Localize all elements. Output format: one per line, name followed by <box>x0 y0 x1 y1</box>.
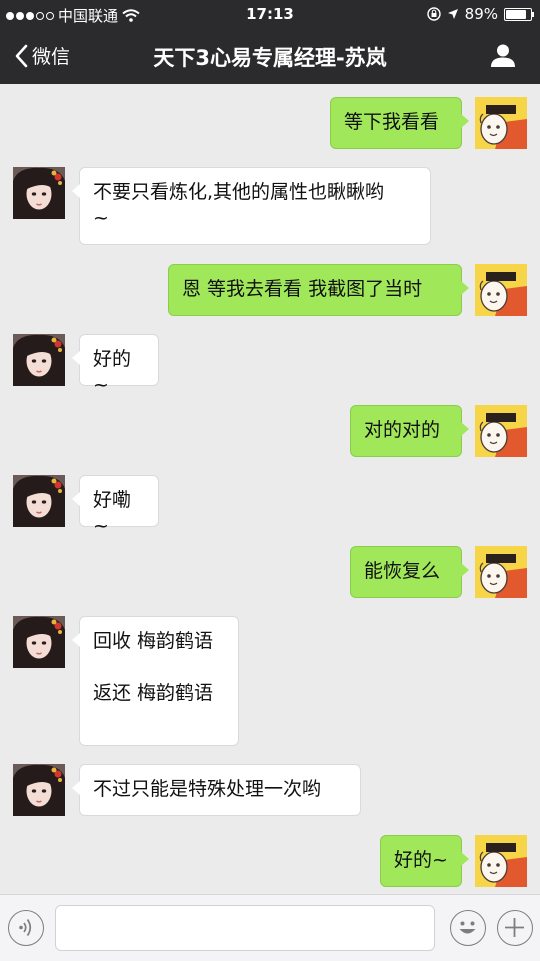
contact-avatar[interactable] <box>13 475 65 527</box>
plus-icon <box>505 918 524 937</box>
contact-avatar-image <box>13 167 65 219</box>
message-text: 回收 梅韵鹤语 <box>93 630 214 652</box>
voice-icon <box>19 919 32 936</box>
message-text: ~ <box>93 207 109 229</box>
contact-avatar[interactable] <box>13 616 65 668</box>
message-text: 恩 等我去看看 我截图了当时 <box>182 278 423 300</box>
battery-icon <box>504 7 534 21</box>
chat-area[interactable]: 等下我看看不要只看炼化,其他的属性也瞅瞅哟 ~ 恩 等我去看看 我截图了当时好的~ 对… <box>0 84 540 894</box>
contact-avatar-image <box>13 475 65 527</box>
message-bubble-sent[interactable]: 等下我看看 <box>330 97 469 149</box>
my-avatar[interactable] <box>475 97 527 149</box>
my-avatar-image <box>475 264 527 316</box>
message-text: 返还 梅韵鹤语 <box>93 682 214 704</box>
message-text: 能恢复么 <box>364 560 441 582</box>
message-input[interactable] <box>55 905 435 951</box>
contact-avatar-image <box>13 616 65 668</box>
message-bubble-received[interactable]: 好嘞~ <box>72 475 159 537</box>
my-avatar[interactable] <box>475 835 527 887</box>
contact-avatar[interactable] <box>13 334 65 386</box>
status-right: 89% <box>426 5 534 23</box>
contact-avatar-image <box>13 334 65 386</box>
my-avatar-image <box>475 405 527 457</box>
message-text: 不要只看炼化,其他的属性也瞅瞅哟 <box>93 181 385 203</box>
contact-avatar[interactable] <box>13 764 65 816</box>
voice-button[interactable] <box>8 910 44 946</box>
my-avatar[interactable] <box>475 405 527 457</box>
message-bubble-sent[interactable]: 能恢复么 <box>350 546 469 598</box>
contact-avatar[interactable] <box>13 167 65 219</box>
message-bubble-sent[interactable]: 对的对的 <box>350 405 469 457</box>
message-bubble-sent[interactable]: 好的~ <box>380 835 469 887</box>
status-bar: 中国联通 17:13 89% <box>0 0 540 28</box>
chat-title: 天下3心易专属经理-苏岚 <box>153 46 387 70</box>
message-text: 等下我看看 <box>344 111 440 133</box>
input-bar <box>0 894 540 961</box>
message-text: 不过只能是特殊处理一次哟 <box>93 778 322 800</box>
orientation-lock-icon <box>426 7 441 21</box>
message-bubble-sent[interactable]: 恩 等我去看看 我截图了当时 <box>168 264 469 316</box>
emoji-button[interactable] <box>450 910 486 946</box>
message-text: 对的对的 <box>364 419 441 441</box>
profile-button[interactable] <box>490 42 516 72</box>
message-bubble-received[interactable]: 回收 梅韵鹤语 返还 梅韵鹤语 <box>72 616 239 746</box>
my-avatar[interactable] <box>475 264 527 316</box>
my-avatar-image <box>475 835 527 887</box>
my-avatar-image <box>475 546 527 598</box>
more-button[interactable] <box>497 910 533 946</box>
battery-percent: 89% <box>464 5 498 23</box>
message-text: 好的~ <box>394 849 448 871</box>
battery-fill <box>506 9 526 19</box>
message-bubble-received[interactable]: 好的~ <box>72 334 159 396</box>
profile-icon <box>491 44 515 67</box>
location-icon <box>447 9 458 19</box>
message-text: 好嘞~ <box>93 489 132 537</box>
contact-avatar-image <box>13 764 65 816</box>
my-avatar[interactable] <box>475 546 527 598</box>
message-bubble-received[interactable]: 不要只看炼化,其他的属性也瞅瞅哟 ~ <box>72 167 431 245</box>
message-bubble-received[interactable]: 不过只能是特殊处理一次哟 <box>72 764 361 816</box>
my-avatar-image <box>475 97 527 149</box>
nav-bar: 微信 天下3心易专属经理-苏岚 <box>0 28 540 84</box>
message-text: 好的~ <box>93 348 132 396</box>
emoji-icon <box>459 921 476 934</box>
